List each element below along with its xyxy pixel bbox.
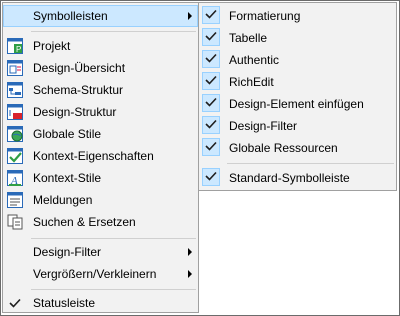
menu-item-label: Statusleiste (33, 296, 96, 310)
find-replace-icon (7, 214, 23, 230)
menu-item-vergroessern[interactable]: Vergrößern/Verkleinern (3, 263, 198, 285)
checkmark-icon (205, 75, 217, 85)
menu-item-label: Design-Element einfügen (229, 97, 364, 111)
menu-item-statusleiste[interactable]: Statusleiste (3, 292, 198, 314)
project-icon: P (7, 38, 23, 54)
checkbox-checked (202, 168, 220, 186)
menu-item-symbolleisten[interactable]: Symbolleisten (3, 5, 198, 27)
menu-item-globale-stile[interactable]: Globale Stile (3, 123, 198, 145)
submenu-item-formatierung[interactable]: Formatierung (199, 5, 396, 27)
checkbox-checked (202, 138, 220, 156)
menu-item-label: Meldungen (33, 193, 93, 207)
checkmark-icon (205, 141, 217, 151)
submenu-item-tabelle[interactable]: Tabelle (199, 27, 396, 49)
menu-item-label: Kontext-Eigenschaften (33, 149, 154, 163)
checkmark-icon (205, 97, 217, 107)
menu-item-label: Globale Stile (33, 127, 102, 141)
menu-item-kontext-eigenschaften[interactable]: Kontext-Eigenschaften (3, 145, 198, 167)
menu-item-label: Formatierung (229, 9, 301, 23)
menu-item-meldungen[interactable]: Meldungen (3, 189, 198, 211)
menu-separator (227, 163, 394, 164)
design-overview-icon (7, 60, 23, 76)
menu-item-label: Tabelle (229, 31, 268, 45)
toolbars-submenu: Formatierung Tabelle Authentic RichEdit … (198, 2, 397, 191)
submenu-item-design-filter[interactable]: Design-Filter (199, 115, 396, 137)
menu-item-label: Projekt (33, 39, 71, 53)
menu-item-label: Design-Filter (229, 119, 298, 133)
checkbox-checked (202, 50, 220, 68)
checkbox-checked (202, 72, 220, 90)
submenu-arrow-icon (188, 270, 192, 278)
menu-item-label: Design-Struktur (33, 105, 117, 119)
menu-item-label: Schema-Struktur (33, 83, 124, 97)
submenu-item-standard[interactable]: Standard-Symbolleiste (199, 167, 396, 189)
checkmark-icon (9, 298, 21, 308)
global-styles-icon (7, 126, 23, 142)
context-styles-icon: A (7, 170, 23, 186)
checkmark-icon (205, 53, 217, 63)
submenu-item-globale-ressourcen[interactable]: Globale Ressourcen (199, 137, 396, 159)
checkbox-checked (202, 28, 220, 46)
checkmark-icon (205, 9, 217, 19)
menu-item-kontext-stile[interactable]: A Kontext-Stile (3, 167, 198, 189)
menu-item-label: Design-Filter (33, 245, 102, 259)
checkmark-icon (205, 31, 217, 41)
menu-separator (31, 238, 196, 239)
submenu-arrow-icon (188, 12, 192, 20)
menu-item-label: Standard-Symbolleiste (229, 171, 350, 185)
design-tree-icon (7, 104, 23, 120)
menu-item-suchen-ersetzen[interactable]: Suchen & Ersetzen (3, 211, 198, 233)
schema-tree-icon (7, 82, 23, 98)
menu-item-label: Vergrößern/Verkleinern (33, 267, 157, 281)
menu-item-label: Kontext-Stile (33, 171, 102, 185)
menu-item-design-uebersicht[interactable]: Design-Übersicht (3, 57, 198, 79)
submenu-item-richedit[interactable]: RichEdit (199, 71, 396, 93)
checkbox-checked (202, 6, 220, 24)
menu-item-label: Suchen & Ersetzen (33, 215, 136, 229)
checkmark-icon (205, 119, 217, 129)
svg-text:P: P (16, 45, 21, 54)
submenu-arrow-icon (188, 248, 192, 256)
view-menu: Symbolleisten P Projekt Design-Übersicht (2, 2, 199, 313)
checkbox-checked (202, 94, 220, 112)
checkbox-checked (202, 116, 220, 134)
menu-item-label: Globale Ressourcen (229, 141, 338, 155)
menu-item-schema-struktur[interactable]: Schema-Struktur (3, 79, 198, 101)
context-properties-icon (7, 148, 23, 164)
menu-item-label: Symbolleisten (33, 9, 108, 23)
menu-item-label: Design-Übersicht (33, 61, 126, 75)
submenu-item-design-element[interactable]: Design-Element einfügen (199, 93, 396, 115)
menu-item-design-struktur[interactable]: Design-Struktur (3, 101, 198, 123)
menu-separator (31, 289, 196, 290)
menu-item-design-filter[interactable]: Design-Filter (3, 241, 198, 263)
submenu-item-authentic[interactable]: Authentic (199, 49, 396, 71)
menu-separator (31, 31, 196, 32)
menu-item-label: Authentic (229, 53, 280, 67)
checkmark-icon (205, 171, 217, 181)
menu-item-label: RichEdit (229, 75, 274, 89)
messages-icon (7, 192, 23, 208)
menu-item-projekt[interactable]: P Projekt (3, 35, 198, 57)
